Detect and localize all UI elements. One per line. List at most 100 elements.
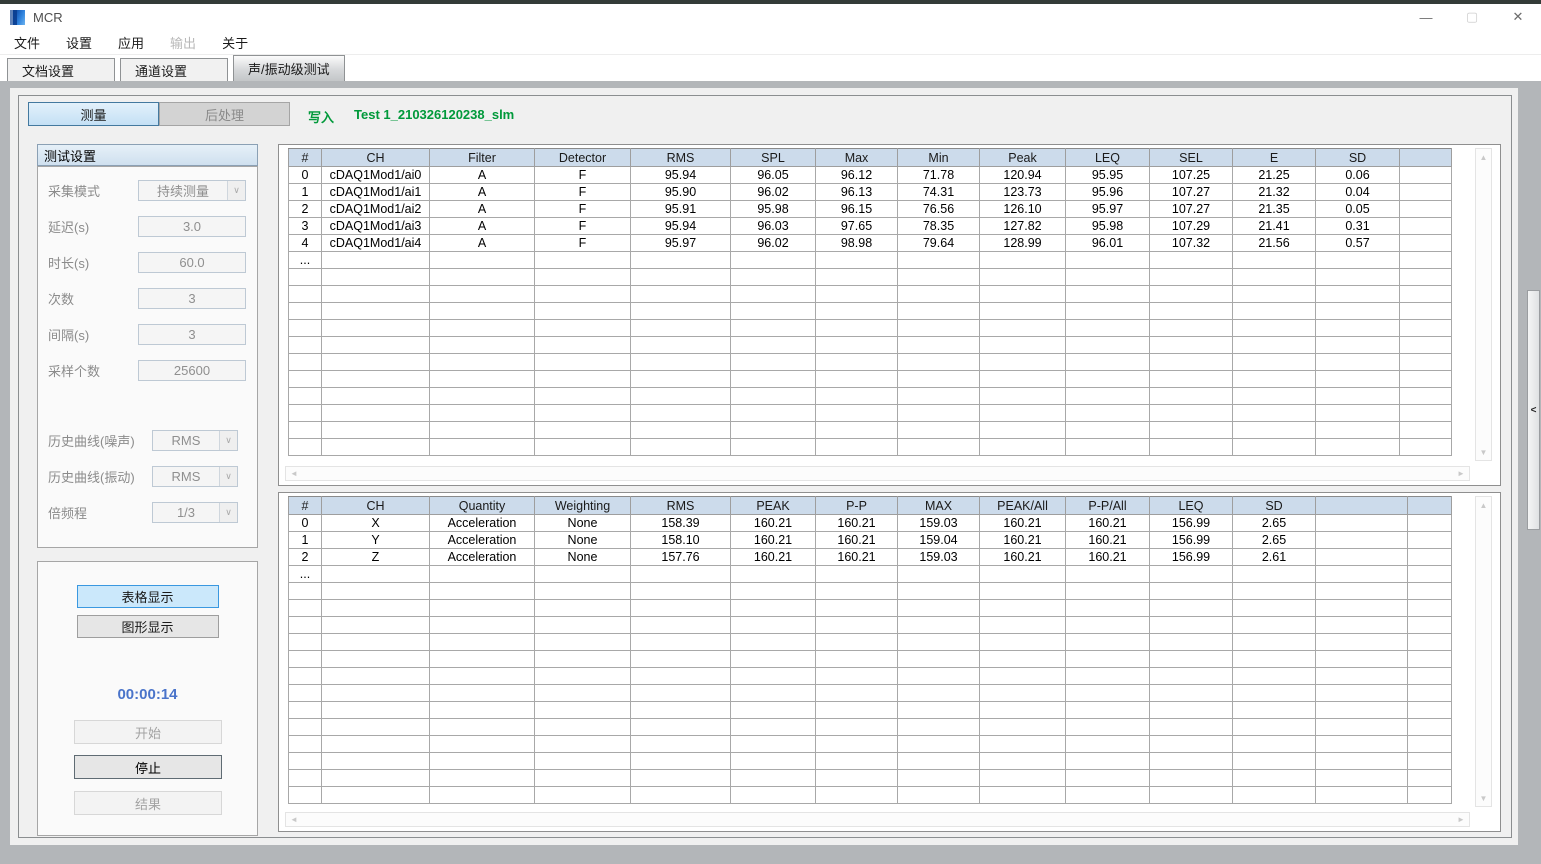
menu-item-0[interactable]: 文件 bbox=[14, 33, 40, 52]
setting-input[interactable]: 25600 bbox=[138, 360, 246, 381]
setting-input[interactable]: 60.0 bbox=[138, 252, 246, 273]
vibration-horizontal-scrollbar[interactable]: ◄ ► bbox=[285, 812, 1470, 827]
table-cell bbox=[731, 702, 816, 719]
tab-0[interactable]: 文档设置 bbox=[7, 58, 115, 81]
measure-mode-button[interactable]: 测量 bbox=[28, 102, 159, 126]
setting-dropdown[interactable]: 持续测量∨ bbox=[138, 180, 246, 201]
table-row[interactable]: 3cDAQ1Mod1/ai3AF95.9496.0397.6578.35127.… bbox=[289, 218, 1452, 235]
column-header: CH bbox=[322, 497, 430, 515]
collapse-panel-button[interactable]: < bbox=[1527, 290, 1540, 530]
table-cell bbox=[731, 617, 816, 634]
vibration-vertical-scrollbar[interactable]: ▲ ▼ bbox=[1475, 496, 1492, 807]
table-cell bbox=[731, 320, 816, 337]
table-row[interactable]: 0cDAQ1Mod1/ai0AF95.9496.0596.1271.78120.… bbox=[289, 167, 1452, 184]
chevron-down-icon[interactable]: ∨ bbox=[219, 503, 237, 522]
table-cell bbox=[731, 439, 816, 456]
table-cell bbox=[1150, 770, 1233, 787]
table-cell: None bbox=[535, 549, 631, 566]
column-header: Weighting bbox=[535, 497, 631, 515]
scroll-down-icon[interactable]: ▼ bbox=[1476, 791, 1491, 805]
table-cell bbox=[816, 600, 898, 617]
setting-input[interactable]: 3 bbox=[138, 324, 246, 345]
table-cell bbox=[430, 685, 535, 702]
test-settings-sidebar: 测试设置 采集模式持续测量∨延迟(s)3.0时长(s)60.0次数3间隔(s)3… bbox=[37, 144, 258, 836]
table-cell bbox=[1316, 515, 1408, 532]
noise-vertical-scrollbar[interactable]: ▲ ▼ bbox=[1475, 148, 1492, 461]
scroll-left-icon[interactable]: ◄ bbox=[287, 467, 301, 480]
scroll-up-icon[interactable]: ▲ bbox=[1476, 498, 1491, 512]
result-button[interactable]: 结果 bbox=[74, 791, 222, 815]
setting-dropdown[interactable]: 1/3∨ bbox=[152, 502, 238, 523]
tab-1[interactable]: 通道设置 bbox=[120, 58, 228, 81]
table-cell bbox=[1150, 371, 1233, 388]
empty-row bbox=[289, 439, 1452, 456]
table-cell: 95.97 bbox=[631, 235, 731, 252]
chevron-down-icon[interactable]: ∨ bbox=[227, 181, 245, 200]
table-row[interactable]: 1YAccelerationNone158.10160.21160.21159.… bbox=[289, 532, 1452, 549]
table-cell bbox=[816, 405, 898, 422]
scroll-left-icon[interactable]: ◄ bbox=[287, 813, 301, 826]
empty-row bbox=[289, 787, 1452, 804]
table-cell bbox=[1316, 269, 1400, 286]
stop-button[interactable]: 停止 bbox=[74, 755, 222, 779]
start-button[interactable]: 开始 bbox=[74, 720, 222, 744]
noise-horizontal-scrollbar[interactable]: ◄ ► bbox=[285, 466, 1470, 481]
table-cell bbox=[289, 354, 322, 371]
table-row[interactable]: 2cDAQ1Mod1/ai2AF95.9195.9896.1576.56126.… bbox=[289, 201, 1452, 218]
column-header bbox=[1408, 497, 1452, 515]
menu-item-4[interactable]: 关于 bbox=[222, 33, 248, 52]
tab-2[interactable]: 声/振动级测试 bbox=[233, 55, 345, 81]
table-cell bbox=[1066, 337, 1150, 354]
scroll-up-icon[interactable]: ▲ bbox=[1476, 150, 1491, 164]
table-cell bbox=[1066, 787, 1150, 804]
table-cell bbox=[1316, 566, 1408, 583]
table-cell bbox=[289, 770, 322, 787]
menu-item-2[interactable]: 应用 bbox=[118, 33, 144, 52]
table-cell bbox=[631, 651, 731, 668]
table-cell bbox=[535, 600, 631, 617]
table-row[interactable]: 4cDAQ1Mod1/ai4AF95.9796.0298.9879.64128.… bbox=[289, 235, 1452, 252]
table-display-button[interactable]: 表格显示 bbox=[77, 585, 219, 608]
table-cell: 74.31 bbox=[898, 184, 980, 201]
setting-input[interactable]: 3 bbox=[138, 288, 246, 309]
table-cell: 76.56 bbox=[898, 201, 980, 218]
setting-dropdown[interactable]: RMS∨ bbox=[152, 466, 238, 487]
table-cell bbox=[980, 337, 1066, 354]
table-cell bbox=[1066, 269, 1150, 286]
table-row[interactable]: 2ZAccelerationNone157.76160.21160.21159.… bbox=[289, 549, 1452, 566]
minimize-button[interactable]: — bbox=[1403, 4, 1449, 30]
table-row[interactable]: 1cDAQ1Mod1/ai1AF95.9096.0296.1374.31123.… bbox=[289, 184, 1452, 201]
table-cell: 160.21 bbox=[980, 549, 1066, 566]
close-button[interactable]: ✕ bbox=[1495, 4, 1541, 30]
postprocess-mode-button[interactable]: 后处理 bbox=[159, 102, 290, 126]
table-cell bbox=[980, 566, 1066, 583]
table-cell bbox=[535, 634, 631, 651]
setting-dropdown[interactable]: RMS∨ bbox=[152, 430, 238, 451]
table-cell bbox=[430, 583, 535, 600]
table-cell bbox=[1233, 668, 1316, 685]
graph-display-button[interactable]: 图形显示 bbox=[77, 615, 219, 638]
empty-row bbox=[289, 269, 1452, 286]
table-row[interactable]: 0XAccelerationNone158.39160.21160.21159.… bbox=[289, 515, 1452, 532]
table-cell bbox=[1066, 702, 1150, 719]
table-cell bbox=[631, 685, 731, 702]
table-cell bbox=[1400, 337, 1452, 354]
chevron-down-icon[interactable]: ∨ bbox=[219, 467, 237, 486]
table-cell bbox=[535, 371, 631, 388]
menu-item-1[interactable]: 设置 bbox=[66, 33, 92, 52]
write-label: 写入 bbox=[308, 107, 334, 126]
scroll-right-icon[interactable]: ► bbox=[1454, 467, 1468, 480]
table-cell bbox=[1408, 770, 1452, 787]
table-cell bbox=[322, 617, 430, 634]
table-cell bbox=[980, 583, 1066, 600]
setting-value: 3.0 bbox=[183, 219, 201, 234]
scroll-down-icon[interactable]: ▼ bbox=[1476, 445, 1491, 459]
table-cell bbox=[980, 770, 1066, 787]
chevron-down-icon[interactable]: ∨ bbox=[219, 431, 237, 450]
setting-input[interactable]: 3.0 bbox=[138, 216, 246, 237]
table-cell bbox=[731, 634, 816, 651]
scroll-right-icon[interactable]: ► bbox=[1454, 813, 1468, 826]
main-panel: 测量 后处理 写入 Test 1_210326120238_slm 测试设置 采… bbox=[18, 95, 1512, 838]
maximize-button[interactable]: ▢ bbox=[1449, 4, 1495, 30]
table-cell bbox=[322, 787, 430, 804]
